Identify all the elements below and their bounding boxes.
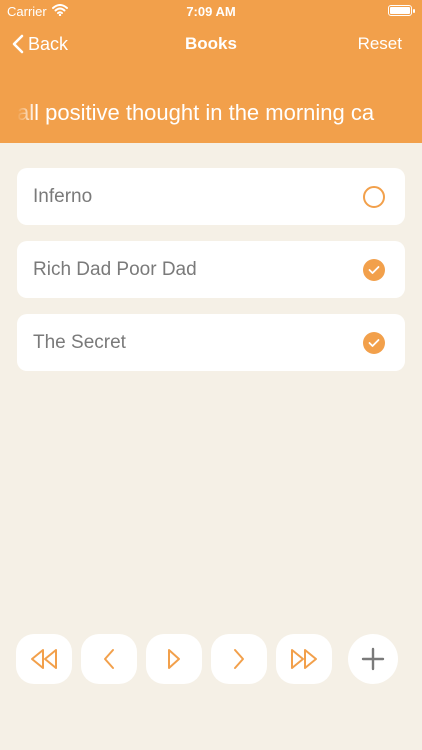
book-list: Inferno Rich Dad Poor Dad The Secret — [17, 168, 405, 387]
chevron-right-icon — [234, 649, 244, 669]
next-button[interactable] — [211, 634, 267, 684]
navigation-bar: Back Books Reset — [0, 28, 422, 60]
plus-icon — [361, 647, 385, 671]
checkmark-circle-icon[interactable] — [363, 258, 385, 281]
list-item-the-secret[interactable]: The Secret — [17, 314, 405, 371]
playback-toolbar — [0, 634, 422, 684]
rewind-button[interactable] — [16, 634, 72, 684]
battery-icon — [388, 5, 415, 16]
header: Carrier 7:09 AM Back Books Reset all pos… — [0, 0, 422, 143]
reset-button[interactable]: Reset — [358, 34, 402, 54]
unchecked-circle-icon[interactable] — [363, 185, 385, 208]
quote-marquee: all positive thought in the morning ca — [17, 100, 375, 125]
status-bar: Carrier 7:09 AM — [0, 0, 422, 22]
play-button[interactable] — [146, 634, 202, 684]
book-title: Inferno — [33, 185, 93, 207]
rewind-icon — [31, 649, 57, 669]
book-title: The Secret — [33, 331, 126, 353]
add-button[interactable] — [348, 634, 398, 684]
fast-forward-button[interactable] — [276, 634, 332, 684]
list-item-rich-dad-poor-dad[interactable]: Rich Dad Poor Dad — [17, 241, 405, 298]
chevron-left-icon — [104, 649, 114, 669]
list-item-inferno[interactable]: Inferno — [17, 168, 405, 225]
play-icon — [168, 649, 180, 669]
fast-forward-icon — [291, 649, 317, 669]
clock: 7:09 AM — [186, 4, 236, 19]
book-title: Rich Dad Poor Dad — [33, 258, 197, 280]
previous-button[interactable] — [81, 634, 137, 684]
checkmark-circle-icon[interactable] — [363, 331, 385, 354]
